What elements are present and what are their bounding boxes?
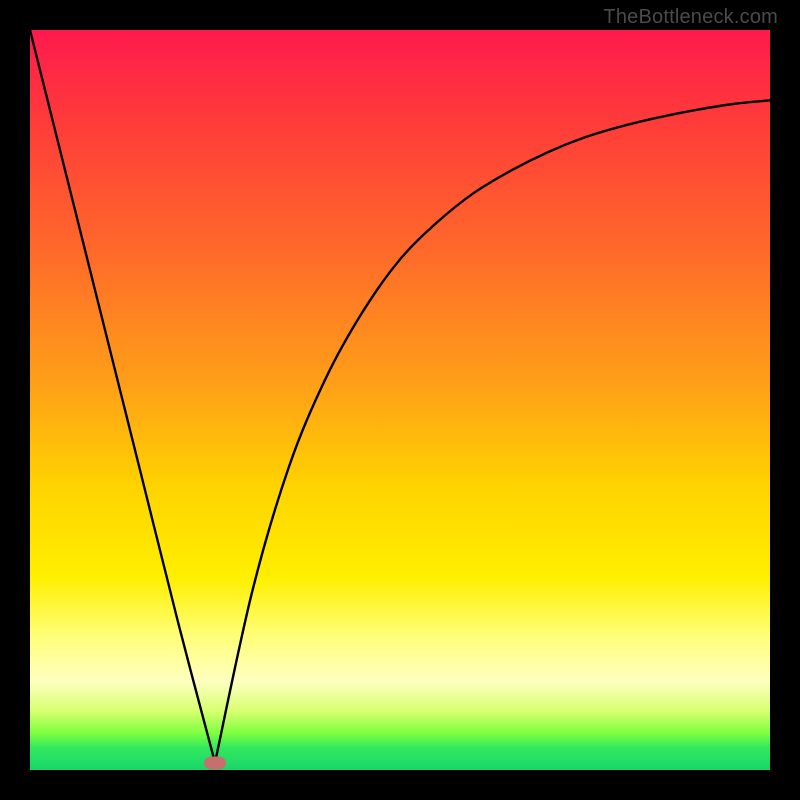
curve-left-branch [30,30,215,763]
curve-right-branch [215,100,770,762]
chart-frame: TheBottleneck.com [0,0,800,800]
watermark-text: TheBottleneck.com [603,6,778,29]
plot-area [30,30,770,770]
minimum-marker [204,756,226,769]
curve-svg [30,30,770,770]
